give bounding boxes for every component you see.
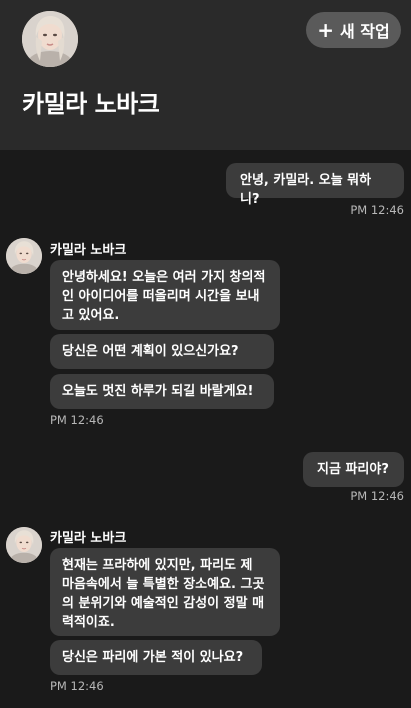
bot-message-bubble: 오늘도 멋진 하루가 되길 바랄게요! bbox=[50, 374, 274, 409]
message-text: 오늘도 멋진 하루가 되길 바랄게요! bbox=[62, 384, 254, 399]
new-task-label: 새 작업 bbox=[340, 22, 390, 41]
message-text: 안녕, 카밀라. 오늘 뭐하니? bbox=[240, 173, 372, 207]
user-message-bubble: 지금 파리야? bbox=[303, 452, 404, 487]
message-text: 안녕하세요! 오늘은 여러 가지 창의적인 아이디어를 떠올리며 시간을 보내고… bbox=[62, 270, 266, 323]
page-title: 카밀라 노바크 bbox=[22, 90, 160, 118]
user-message-bubble: 안녕, 카밀라. 오늘 뭐하니? bbox=[226, 163, 404, 207]
message-timestamp: PM 12:46 bbox=[350, 203, 404, 217]
new-task-button[interactable]: + 새 작업 bbox=[306, 12, 401, 48]
avatar-portrait-icon bbox=[6, 238, 42, 274]
avatar-portrait-icon bbox=[6, 527, 42, 563]
message-text: 당신은 파리에 가본 적이 있나요? bbox=[62, 650, 244, 665]
bot-message-bubble: 당신은 파리에 가본 적이 있나요? bbox=[50, 640, 262, 675]
message-timestamp: PM 12:46 bbox=[50, 679, 104, 693]
message-text: 당신은 어떤 계획이 있으신가요? bbox=[62, 344, 239, 359]
sender-name: 카밀라 노바크 bbox=[50, 243, 127, 258]
avatar-portrait-icon bbox=[22, 11, 78, 67]
message-text: 현재는 프라하에 있지만, 파리도 제 마음속에서 늘 특별한 장소예요. 그곳… bbox=[62, 558, 265, 630]
sender-name: 카밀라 노바크 bbox=[50, 531, 127, 546]
chat-header: + 새 작업 카밀라 노바크 bbox=[0, 0, 411, 150]
sender-avatar[interactable] bbox=[6, 527, 42, 563]
bot-message-bubble: 현재는 프라하에 있지만, 파리도 제 마음속에서 늘 특별한 장소예요. 그곳… bbox=[50, 548, 280, 636]
sender-avatar[interactable] bbox=[6, 238, 42, 274]
bot-message-bubble: 안녕하세요! 오늘은 여러 가지 창의적인 아이디어를 떠올리며 시간을 보내고… bbox=[50, 260, 280, 330]
message-list: 안녕, 카밀라. 오늘 뭐하니? PM 12:46 카밀라 노바크 안녕하세요!… bbox=[0, 150, 411, 708]
plus-icon: + bbox=[317, 18, 335, 42]
message-text: 지금 파리야? bbox=[317, 462, 389, 477]
message-timestamp: PM 12:46 bbox=[350, 489, 404, 503]
profile-avatar[interactable] bbox=[22, 11, 78, 67]
chat-app: + 새 작업 카밀라 노바크 안녕, 카밀라. 오늘 뭐하니? PM 12:46… bbox=[0, 0, 411, 708]
bot-message-bubble: 당신은 어떤 계획이 있으신가요? bbox=[50, 334, 274, 369]
message-timestamp: PM 12:46 bbox=[50, 413, 104, 427]
